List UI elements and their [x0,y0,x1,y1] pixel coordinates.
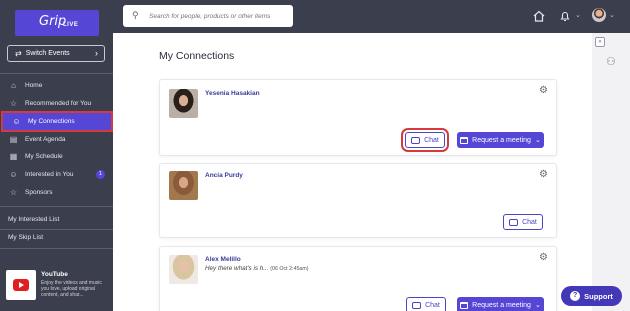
sidebar-item-label: Home [25,82,43,89]
profile-photo[interactable] [169,89,198,118]
main-content: My Connections Yesenia Hasakian ⚙ Chat R… [113,33,592,311]
chat-icon [412,301,422,309]
calendar-icon: ▦ [9,152,18,161]
chat-label: Chat [425,301,440,309]
chat-button[interactable]: Chat [503,214,543,230]
people-icon[interactable]: ⚇ [606,55,616,68]
request-meeting-button[interactable]: Request a meeting ⌄ [457,297,544,311]
sidebar-item-recommended[interactable]: ☆ Recommended for You [0,95,113,112]
connection-name[interactable]: Yesenia Hasakian [205,90,260,97]
grip-live-logo[interactable]: Grip LIVE [15,10,99,36]
star-icon: ☆ [9,99,18,108]
switch-events-label: Switch Events [25,50,70,57]
chevron-down-icon: ⌄ [534,137,541,144]
connection-name[interactable]: Alex Melillo [205,256,241,263]
message-time: (06 Oct 2:45am) [270,266,309,272]
request-meeting-button[interactable]: Request a meeting ⌄ [457,132,544,148]
calendar-icon [460,136,469,144]
divider [0,73,113,74]
bell-icon[interactable] [558,9,572,23]
youtube-icon [6,270,36,300]
star-icon: ☆ [9,188,18,197]
youtube-promo-card[interactable]: YouTube Enjoy the videos and music you l… [4,268,108,308]
chat-icon [509,218,519,226]
search-box[interactable]: ⚲ [123,5,293,27]
sidebar-item-home[interactable]: ⌂ Home [0,77,113,94]
sidebar-item-my-schedule[interactable]: ▦ My Schedule [0,148,113,165]
sidebar-item-sponsors[interactable]: ☆ Sponsors [0,184,113,201]
message-preview: Hey there what's is h... [205,265,269,272]
promo-description: Enjoy the videos and music you love, upl… [41,280,102,299]
gear-icon[interactable]: ⚙ [539,85,548,96]
chevron-right-icon: › [95,48,98,58]
gear-icon[interactable]: ⚙ [539,169,548,180]
search-icon: ⚲ [132,10,139,20]
divider [0,206,113,207]
handshake-icon: ☺ [12,117,21,126]
support-button[interactable]: ? Support [561,286,622,306]
sidebar-item-label: My Connections [28,118,75,125]
sidebar-item-label: My Schedule [25,153,63,160]
my-skip-list-link[interactable]: My Skip List [8,234,43,241]
sidebar-item-event-agenda[interactable]: ▤ Event Agenda [0,131,113,148]
meeting-label: Request a meeting [472,136,531,144]
search-input[interactable] [149,9,287,23]
page-title: My Connections [159,50,235,62]
sidebar-item-label: Recommended for You [25,100,92,107]
promo-title: YouTube [41,271,68,278]
home-icon: ⌂ [11,81,16,90]
support-label: Support [584,291,613,301]
smile-icon: ☺ [9,170,18,179]
swap-icon: ⇄ [15,49,22,58]
profile-photo[interactable] [169,255,198,284]
chat-label: Chat [522,218,537,226]
sidebar-item-label: Sponsors [25,189,53,196]
chat-icon [411,136,421,144]
sidebar-item-label: Event Agenda [25,136,66,143]
home-icon[interactable] [532,9,546,23]
agenda-icon: ▤ [9,135,18,144]
my-interested-list-link[interactable]: My Interested List [8,216,59,223]
collapse-panel-button[interactable]: « [595,37,605,47]
gear-icon[interactable]: ⚙ [539,252,548,263]
chevron-down-icon[interactable]: ⌄ [575,11,581,19]
connection-name[interactable]: Ancia Purdy [205,172,243,179]
top-bar: ⚲ ⌄ ⌄ [113,0,630,33]
divider [0,248,113,249]
avatar[interactable] [592,8,606,22]
chat-button[interactable]: Chat [401,128,449,152]
connection-card: Yesenia Hasakian ⚙ Chat Request a meetin… [159,79,557,156]
count-badge: 1 [96,170,105,179]
last-message: Hey there what's is h... (06 Oct 2:45am) [205,265,309,272]
chevron-down-icon: ⌄ [534,302,541,309]
chat-label: Chat [424,136,439,144]
chat-button[interactable]: Chat [406,297,446,311]
chevron-down-icon[interactable]: ⌄ [609,11,615,19]
divider [0,229,113,230]
sidebar-item-my-connections[interactable]: ☺ My Connections [1,111,113,132]
switch-events-button[interactable]: ⇄ Switch Events › [7,45,105,62]
right-rail: « ⚇ [592,33,630,311]
sidebar-item-label: Interested in You [25,171,74,178]
help-icon: ? [570,291,581,301]
meeting-label: Request a meeting [472,301,531,309]
connection-card: Ancia Purdy ⚙ Chat [159,163,557,238]
profile-photo[interactable] [169,171,198,200]
sidebar: Grip LIVE ⇄ Switch Events › ⌂ Home ☆ Rec… [0,0,113,311]
calendar-icon [460,301,469,309]
logo-subtext: LIVE [63,22,79,28]
sidebar-item-interested-in-you[interactable]: ☺ Interested in You 1 [0,166,113,183]
connection-card: Alex Melillo Hey there what's is h... (0… [159,246,557,311]
